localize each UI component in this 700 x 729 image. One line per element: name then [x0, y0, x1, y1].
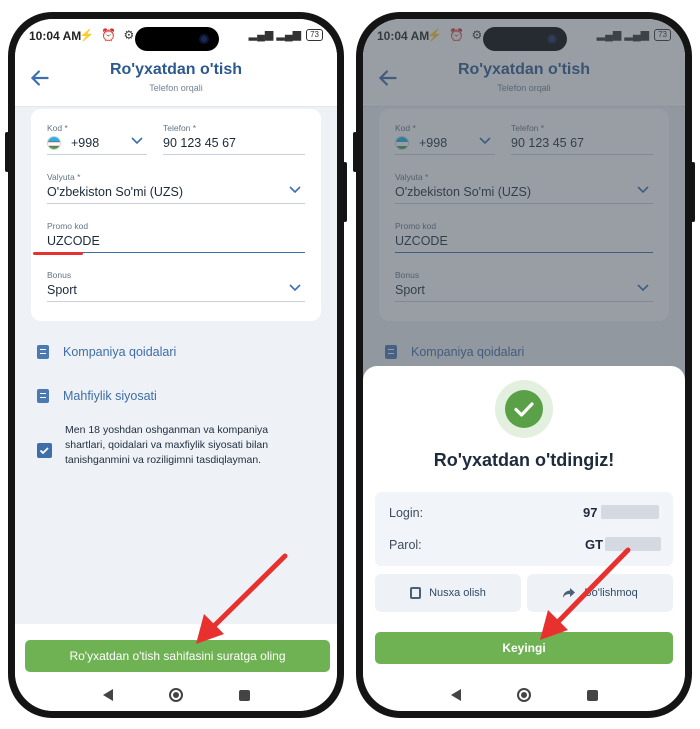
status-time: 10:04 AM	[29, 29, 82, 43]
power-button	[343, 162, 347, 222]
consent-checkbox[interactable]	[37, 443, 52, 458]
status-right: ▂▄▆ ▂▄▆ 73	[249, 28, 323, 41]
page-title: Ro'yxatdan o'tish	[109, 61, 243, 78]
privacy-policy-label: Mahfiylik siyosati	[63, 389, 157, 403]
page-subtitle: Telefon orqali	[149, 83, 203, 93]
password-value[interactable]: GT	[585, 537, 603, 552]
screen-registration-success: 10:04 AM ⚡ ⏰ ⚙ ▂▄▆ ▂▄▆ 73 Ro'yxatdan o't…	[363, 19, 685, 711]
phone-field[interactable]: Telefon * 90 123 45 67	[163, 123, 305, 155]
password-label: Parol:	[389, 538, 422, 552]
phone-label: Telefon *	[163, 123, 197, 133]
status-icons: ⚡ ⏰ ⚙	[79, 28, 137, 42]
bonus-value: Sport	[47, 283, 77, 297]
promo-code-input[interactable]: Promo kod UZCODE	[47, 221, 305, 253]
power-button	[691, 162, 695, 222]
copy-icon	[410, 587, 422, 599]
success-badge	[495, 380, 553, 438]
promo-highlight-underline	[33, 252, 83, 255]
camera-icon	[199, 34, 209, 44]
currency-select[interactable]: Valyuta * O'zbekiston So'mi (UZS)	[47, 172, 305, 204]
login-redacted	[601, 505, 659, 519]
company-rules-link[interactable]: Kompaniya qoidalari	[37, 345, 176, 359]
nav-recent-icon[interactable]	[238, 689, 250, 701]
screen-registration-form: 10:04 AM ⚡ ⏰ ⚙ ▂▄▆ ▂▄▆ 73 Ro'yxatdan o't…	[15, 19, 337, 711]
login-value[interactable]: 97	[583, 505, 597, 520]
phone-value: 90 123 45 67	[163, 136, 236, 150]
consent-text: Men 18 yoshdan oshganman va kompaniya sh…	[65, 424, 269, 466]
bonus-select[interactable]: Bonus Sport	[47, 270, 305, 302]
phone-left: 10:04 AM ⚡ ⏰ ⚙ ▂▄▆ ▂▄▆ 73 Ro'yxatdan o't…	[5, 12, 347, 718]
code-field[interactable]: Kod * +998	[47, 123, 147, 155]
success-title: Ro'yxatdan o'tdingiz!	[433, 450, 615, 470]
promo-label: Promo kod	[47, 221, 89, 231]
volume-button	[353, 132, 357, 172]
currency-label: Valyuta *	[47, 172, 81, 182]
phone-right: 10:04 AM ⚡ ⏰ ⚙ ▂▄▆ ▂▄▆ 73 Ro'yxatdan o't…	[353, 12, 695, 718]
registration-success-sheet: Ro'yxatdan o'tdingiz! Login: 97 Parol: G…	[363, 366, 685, 711]
signal-icon: ▂▄▆ ▂▄▆	[248, 29, 302, 41]
promo-value: UZCODE	[47, 234, 100, 248]
screenshot-registration-button[interactable]: Ro'yxatdan o'tish sahifasini suratga oli…	[25, 640, 330, 672]
share-button[interactable]: Bo'lishmoq	[527, 574, 673, 612]
login-label: Login:	[389, 506, 424, 520]
status-bar: 10:04 AM ⚡ ⏰ ⚙ ▂▄▆ ▂▄▆ 73	[15, 19, 337, 55]
camera-notch	[135, 27, 219, 51]
check-icon	[39, 447, 49, 455]
volume-button	[5, 132, 9, 172]
nav-home-icon[interactable]	[516, 688, 531, 702]
registration-card: Kod * +998 Telefon * 90 123 45 67 Valyut…	[31, 109, 321, 321]
chevron-down-icon	[131, 137, 143, 145]
currency-value: O'zbekiston So'mi (UZS)	[47, 185, 184, 199]
copy-label: Nusxa olish	[429, 587, 486, 599]
nav-back-icon[interactable]	[450, 689, 461, 701]
credentials-box: Login: 97 Parol: GT	[375, 492, 673, 566]
code-value: +998	[71, 136, 100, 150]
android-nav-bar	[363, 679, 685, 711]
header: Ro'yxatdan o'tish Telefon orqali	[15, 55, 337, 107]
share-label: Bo'lishmoq	[584, 587, 638, 599]
share-icon	[563, 588, 576, 598]
nav-recent-icon[interactable]	[586, 689, 598, 701]
privacy-policy-link[interactable]: Mahfiylik siyosati	[37, 389, 157, 403]
bonus-label: Bonus	[47, 270, 72, 280]
company-rules-label: Kompaniya qoidalari	[63, 345, 177, 359]
code-label: Kod *	[47, 123, 68, 133]
next-button[interactable]: Keyingi	[375, 632, 673, 664]
chevron-down-icon	[289, 284, 301, 292]
android-nav-bar	[15, 679, 337, 711]
copy-button[interactable]: Nusxa olish	[375, 574, 521, 612]
password-redacted	[605, 537, 661, 551]
nav-back-icon[interactable]	[102, 689, 113, 701]
battery-icon: 73	[306, 28, 323, 41]
stage: 10:04 AM ⚡ ⏰ ⚙ ▂▄▆ ▂▄▆ 73 Ro'yxatdan o't…	[0, 0, 700, 729]
document-icon	[37, 345, 49, 359]
document-icon	[37, 389, 49, 403]
uzbekistan-flag-icon	[47, 136, 61, 150]
nav-home-icon[interactable]	[168, 688, 183, 702]
chevron-down-icon	[289, 186, 301, 194]
success-check-icon	[505, 390, 543, 428]
